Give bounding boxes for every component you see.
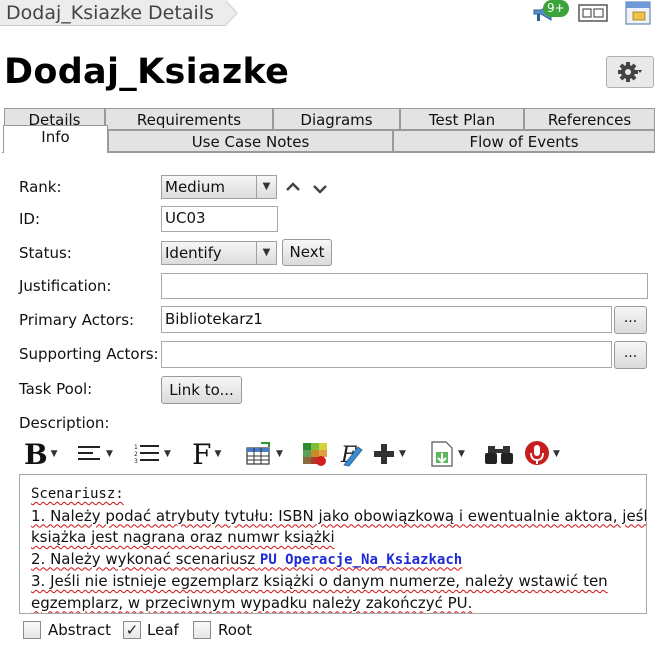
next-button[interactable]: Next	[282, 239, 332, 266]
bold-icon: B	[24, 437, 48, 471]
abstract-checkbox-row[interactable]: Abstract	[23, 621, 111, 639]
gear-menu-button[interactable]	[606, 56, 654, 88]
editor-line-4: 3. Jeśli nie istnieje egzemplarz książki…	[31, 572, 608, 590]
align-left-icon	[78, 446, 100, 460]
use-case-link[interactable]: PU Operacje_Na_Ksiazkach	[260, 552, 462, 568]
task-pool-label: Task Pool:	[19, 380, 93, 398]
breadcrumb-arrow-inner	[225, 1, 236, 25]
align-button[interactable]: ▼	[77, 437, 113, 471]
primary-actors-field[interactable]: Bibliotekarz1	[161, 306, 612, 333]
editor-heading: Scenariusz:	[31, 486, 124, 502]
primary-actors-browse-button[interactable]: ...	[614, 306, 647, 334]
color-palette-button[interactable]	[301, 437, 329, 471]
table-icon	[246, 442, 270, 465]
editor-line-2: książka jest nagrana oraz numwr książki	[31, 528, 335, 546]
color-palette-icon	[303, 443, 327, 466]
editor-line-3-prefix: 2. Należy wykonać scenariusz	[31, 549, 260, 568]
import-document-icon	[431, 441, 453, 467]
abstract-checkbox[interactable]	[23, 621, 41, 639]
microphone-icon	[525, 441, 549, 465]
insert-button[interactable]: ▼	[372, 437, 406, 471]
supporting-actors-browse-button[interactable]: ...	[614, 341, 647, 369]
leaf-checkbox[interactable]: ✓	[123, 621, 141, 639]
description-editor[interactable]: Scenariusz: 1. Należy podać atrybuty tyt…	[19, 474, 647, 614]
clear-format-button[interactable]: F	[338, 437, 364, 471]
tab-use-case-notes[interactable]: Use Case Notes	[108, 130, 393, 152]
insert-table-button[interactable]: ▼	[245, 437, 283, 471]
rank-select[interactable]: Medium ▼	[161, 175, 277, 199]
screen-layout-icon[interactable]	[576, 0, 610, 26]
binoculars-icon	[485, 446, 513, 464]
move-up-icon[interactable]	[286, 179, 300, 197]
leaf-label: Leaf	[147, 621, 179, 639]
tab-references[interactable]: References	[524, 108, 655, 130]
status-select[interactable]: Identify ▼	[161, 241, 277, 265]
gear-icon	[618, 62, 642, 82]
supporting-actors-field[interactable]	[161, 341, 612, 368]
tab-diagrams[interactable]: Diagrams	[273, 108, 400, 130]
rank-value: Medium	[165, 178, 225, 196]
svg-text:2: 2	[134, 451, 138, 458]
import-button[interactable]: ▼	[429, 437, 465, 471]
id-label: ID:	[19, 210, 41, 228]
supporting-actors-label: Supporting Actors:	[19, 345, 159, 363]
font-icon: F	[192, 437, 212, 471]
tab-requirements[interactable]: Requirements	[105, 108, 273, 130]
move-down-icon[interactable]	[313, 181, 327, 199]
description-label: Description:	[19, 414, 110, 432]
spellcheck-button[interactable]: ▼	[524, 437, 560, 471]
font-button[interactable]: F ▼	[192, 437, 221, 471]
justification-field[interactable]	[161, 273, 648, 299]
chevron-down-icon: ▼	[256, 176, 276, 198]
numbered-list-icon: 1 2 3	[134, 444, 159, 465]
editor-line-1: 1. Należy podać atrybuty tytułu: ISBN ja…	[31, 506, 647, 525]
svg-text:1: 1	[134, 444, 138, 451]
status-value: Identify	[165, 244, 222, 262]
status-label: Status:	[19, 244, 72, 262]
find-button[interactable]	[484, 437, 514, 471]
root-checkbox-row[interactable]: Root	[193, 621, 252, 639]
list-button[interactable]: 1 2 3 ▼	[133, 437, 171, 471]
id-field[interactable]: UC03	[161, 206, 278, 232]
leaf-checkbox-row[interactable]: ✓ Leaf	[123, 621, 179, 639]
tab-flow-of-events[interactable]: Flow of Events	[393, 130, 655, 152]
rank-label: Rank:	[19, 178, 62, 196]
tab-info[interactable]: Info	[3, 125, 108, 153]
editor-line-3: 2. Należy wykonać scenariusz PU Operacje…	[31, 549, 646, 572]
link-to-button[interactable]: Link to...	[161, 376, 242, 404]
page-title: Dodaj_Ksiazke	[4, 52, 290, 92]
root-label: Root	[218, 621, 252, 639]
abstract-label: Abstract	[48, 621, 111, 639]
breadcrumb[interactable]: Dodaj_Ksiazke Details	[0, 0, 226, 26]
chevron-down-icon: ▼	[256, 242, 276, 264]
svg-text:3: 3	[134, 458, 138, 465]
editor-line-5: egzemplarz, w przeciwnym wypadku należy …	[31, 593, 473, 612]
breadcrumb-label: Dodaj_Ksiazke Details	[6, 2, 214, 24]
bold-button[interactable]: B ▼	[24, 437, 58, 471]
model-browser-icon[interactable]	[620, 0, 655, 26]
root-checkbox[interactable]	[193, 621, 211, 639]
primary-actors-label: Primary Actors:	[19, 311, 135, 329]
clear-format-icon: F	[340, 443, 363, 467]
tab-test-plan[interactable]: Test Plan	[400, 108, 524, 130]
justification-label: Justification:	[19, 277, 112, 295]
plus-icon	[374, 444, 394, 464]
notifications-badge: 9+	[543, 0, 569, 17]
